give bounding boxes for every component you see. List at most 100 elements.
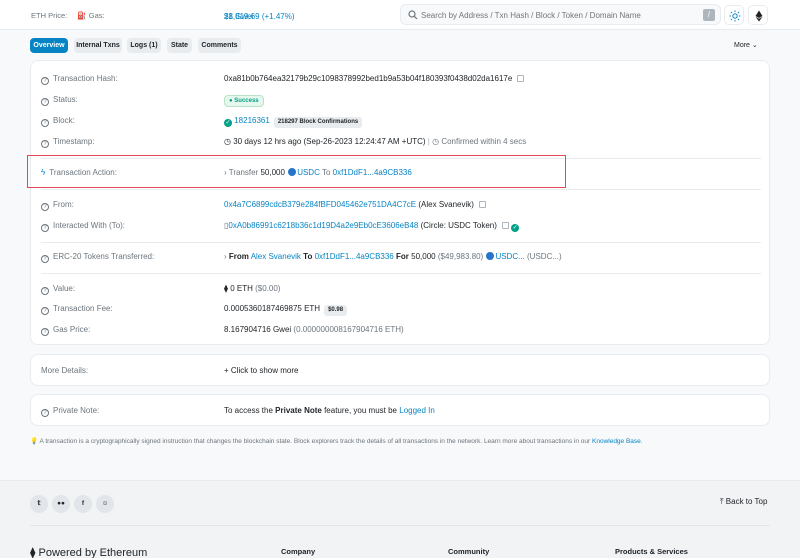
erc20-to-link[interactable]: 0xf1DdF1...4a9CB336 (315, 252, 394, 261)
row-timestamp: ? Timestamp: ◷ 30 days 12 hrs ago (Sep-26… (31, 136, 771, 150)
medium-button[interactable]: ●● (52, 495, 70, 513)
tab-state[interactable]: State (167, 38, 192, 53)
plus-icon: + (224, 366, 229, 375)
footer-col-products: Products & Services (615, 547, 688, 556)
check-circle-icon: ✓ (224, 119, 232, 127)
chevron-right-icon: › (224, 252, 227, 261)
theme-toggle-button[interactable] (724, 5, 744, 25)
transaction-fee-label: ? Transaction Fee: (41, 303, 113, 315)
help-icon: ? (41, 409, 49, 417)
help-icon: ? (41, 77, 49, 85)
powered-by: ⧫ Powered by Ethereum (30, 547, 148, 558)
block-number-link[interactable]: 18216361 (234, 116, 270, 125)
copy-icon[interactable] (501, 222, 509, 229)
knowledge-base-link[interactable]: Knowledge Base (592, 438, 641, 445)
ethereum-logo-icon: ⧫ (30, 547, 36, 558)
usdc-token-icon (486, 252, 495, 260)
erc20-value: › From Alex Svanevik To 0xf1DdF1...4a9CB… (224, 252, 562, 261)
help-icon: ? (41, 119, 49, 127)
help-icon: ? (41, 328, 49, 336)
row-value: ? Value: ⧫ 0 ETH ($0.00) (31, 283, 771, 297)
timer-icon: ◷ (432, 137, 440, 146)
back-to-top-link[interactable]: ⤒ Back to Top (720, 497, 767, 507)
ethereum-icon: ⧫ (224, 284, 228, 293)
status-label: ? Status: (41, 94, 78, 106)
tab-comments[interactable]: Comments (198, 38, 241, 53)
footer: 𝕥 ●● f ☺ ⤒ Back to Top ⧫ Powered by Ethe… (0, 480, 800, 558)
help-icon: ? (41, 203, 49, 211)
sun-icon (729, 10, 741, 22)
help-icon: ? (41, 307, 49, 315)
row-transaction-fee: ? Transaction Fee: 0.0005360187469875 ETH… (31, 303, 771, 317)
help-icon: ? (41, 255, 49, 263)
more-label: More (734, 42, 750, 49)
timestamp-label: ? Timestamp: (41, 136, 95, 148)
search-input[interactable] (421, 7, 691, 23)
gas-value[interactable]: 28 Gwei (224, 11, 253, 23)
row-more-details: More Details: + Click to show more (31, 365, 771, 379)
row-status: ? Status: ● Success (31, 94, 771, 108)
verified-check-icon: ✓ (511, 224, 520, 232)
row-erc20-transfers: ? ERC-20 Tokens Transferred: › From Alex … (31, 251, 771, 265)
twitter-button[interactable]: 𝕥 (30, 495, 48, 513)
block-value: ✓ 18216361 218297 Block Confirmations (224, 115, 363, 128)
show-more-link[interactable]: + Click to show more (224, 365, 298, 377)
value-value: ⧫ 0 ETH ($0.00) (224, 284, 281, 293)
tab-logs[interactable]: Logs (1) (127, 38, 161, 53)
help-icon: ? (41, 287, 49, 295)
login-link[interactable]: Logged In (399, 406, 435, 415)
search-box[interactable]: / (400, 4, 721, 25)
check-circle-icon: ● (229, 98, 233, 104)
help-icon: ? (41, 98, 49, 106)
footer-divider (30, 525, 770, 526)
from-address-link[interactable]: 0x4a7C6899cdcB379e284fBFD045462e751DA4C7… (224, 200, 416, 209)
copy-icon[interactable] (517, 75, 525, 82)
tx-hash-label: ? Transaction Hash: (41, 73, 118, 85)
value-label: ? Value: (41, 283, 75, 295)
help-icon: ? (41, 224, 49, 232)
clock-icon: ◷ (224, 137, 231, 146)
facebook-icon: f (81, 500, 85, 507)
private-note-label: ? Private Note: (41, 405, 99, 417)
transaction-details-card: ? Transaction Hash: 0xa81b0b764ea32179b29… (30, 60, 770, 345)
erc20-label: ? ERC-20 Tokens Transferred: (41, 251, 154, 263)
block-confirmations-badge: 218297 Block Confirmations (273, 117, 363, 128)
reddit-button[interactable]: ☺ (96, 495, 114, 513)
row-interacted-with: ? Interacted With (To): ▯0xA0b86991c6218b… (31, 220, 771, 234)
row-block: ? Block: ✓ 18216361 218297 Block Confirmat… (31, 115, 771, 129)
block-label: ? Block: (41, 115, 75, 127)
search-icon (408, 10, 418, 20)
top-bar: ETH Price: $1,819.69 (+1.47%) ⛽ Gas: 28 … (0, 0, 800, 30)
more-dropdown-button[interactable]: More ⌄ (734, 38, 770, 53)
erc20-from-link[interactable]: Alex Svanevik (251, 252, 301, 261)
tab-internal-txns[interactable]: Internal Txns (74, 38, 122, 53)
arrow-up-icon: ⤒ (720, 497, 724, 506)
divider (41, 189, 761, 190)
status-value: ● Success (224, 94, 264, 107)
erc20-token-link[interactable]: USDC... (495, 252, 524, 261)
twitter-icon: 𝕥 (37, 500, 41, 507)
fee-usd-badge: $0.98 (324, 305, 348, 316)
eth-price-label: ETH Price: (31, 11, 68, 20)
transaction-fee-value: 0.0005360187469875 ETH $0.98 (224, 303, 348, 316)
lightbulb-icon: 💡 (30, 438, 39, 445)
contract-address-link[interactable]: 0xA0b86991c6218b36c1d19D4a2e9Eb0cE3606eB… (228, 221, 418, 230)
footer-col-community: Community (448, 547, 490, 556)
gas-icon: ⛽ (77, 11, 87, 20)
info-note: 💡 A transaction is a cryptographically s… (30, 438, 643, 445)
row-tx-hash: ? Transaction Hash: 0xa81b0b764ea32179b29… (31, 73, 771, 87)
private-note-value: To access the Private Note feature, you … (224, 406, 435, 415)
gas-price-value: 8.167904716 Gwei (0.000000008167904716 E… (224, 325, 404, 334)
chevron-down-icon: ⌄ (751, 42, 758, 49)
network-button[interactable] (748, 5, 768, 25)
interacted-with-label: ? Interacted With (To): (41, 220, 125, 232)
reddit-icon: ☺ (101, 500, 109, 507)
more-details-label: More Details: (41, 366, 89, 375)
medium-icon: ●● (57, 500, 65, 507)
row-from: ? From: 0x4a7C6899cdcB379e284fBFD045462e7… (31, 199, 771, 213)
facebook-button[interactable]: f (74, 495, 92, 513)
footer-col-company: Company (281, 547, 316, 556)
status-badge: ● Success (224, 95, 264, 107)
tab-overview[interactable]: Overview (30, 38, 68, 53)
copy-icon[interactable] (478, 201, 486, 208)
